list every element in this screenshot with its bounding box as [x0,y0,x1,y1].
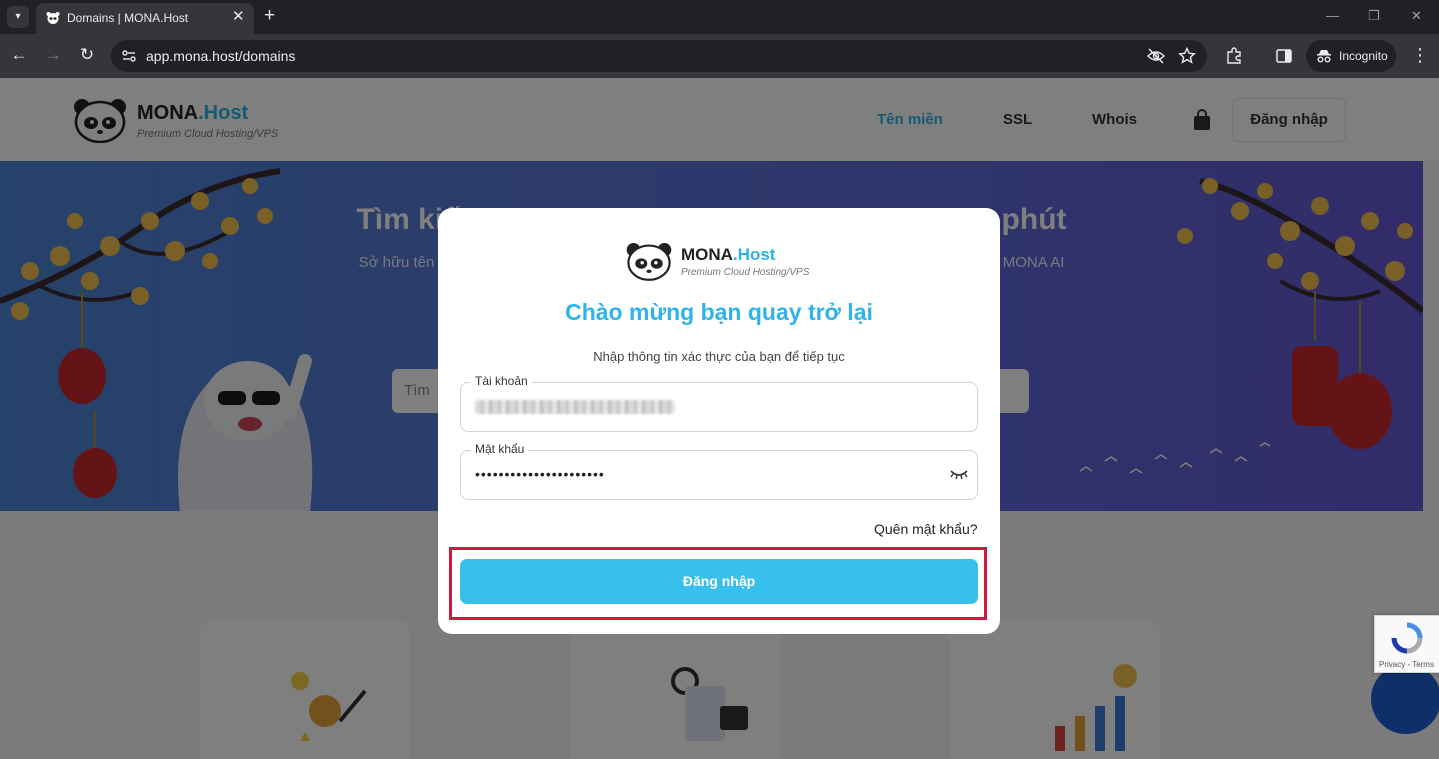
modal-subtitle: Nhập thông tin xác thực của bạn để tiếp … [593,349,845,364]
modal-logo-accent: .Host [732,245,776,264]
incognito-badge[interactable]: Incognito [1306,40,1396,72]
panda-logo-icon [626,243,672,281]
username-label: Tài khoản [471,374,532,388]
username-value-redacted [475,400,675,414]
password-label: Mật khẩu [471,442,529,456]
side-panel-icon[interactable] [1275,47,1293,65]
username-field[interactable]: Tài khoản [460,374,978,432]
tab-title: Domains | MONA.Host [67,11,189,25]
menu-icon[interactable]: ⋮ [1411,45,1429,65]
recaptcha-icon [1391,622,1423,654]
modal-logo-brand: MONA [681,245,733,264]
modal-logo: MONA.Host Premium Cloud Hosting/VPS [625,241,825,281]
eye-off-icon[interactable] [1147,47,1165,65]
tab-close-icon[interactable]: ✕ [232,9,245,25]
address-bar[interactable]: app.mona.host/domains [111,40,1207,72]
close-window-button[interactable]: ✕ [1411,6,1422,26]
panda-favicon-icon [46,12,60,24]
highlight-box [449,547,987,620]
extensions-icon[interactable] [1225,47,1243,65]
incognito-icon [1317,50,1331,63]
incognito-label: Incognito [1339,49,1388,63]
reload-button[interactable]: ↻ [76,45,98,65]
modal-logo-tagline: Premium Cloud Hosting/VPS [681,267,810,278]
url-text: app.mona.host/domains [146,48,296,64]
browser-tab-bar: ▾ Domains | MONA.Host ✕ + — ❐ ✕ [0,0,1439,34]
browser-tab[interactable]: Domains | MONA.Host ✕ [36,3,254,34]
password-value: •••••••••••••••••••••• [475,466,605,482]
forgot-password-link[interactable]: Quên mật khẩu? [874,521,978,537]
password-field[interactable]: Mật khẩu •••••••••••••••••••••• [460,442,978,500]
browser-toolbar: ← → ↻ app.mona.host/domains Incognito ⋮ [0,34,1439,78]
tab-list-icon[interactable]: ▾ [7,6,29,28]
site-info-icon[interactable] [121,48,137,64]
eye-closed-icon[interactable] [949,469,969,481]
star-icon[interactable] [1178,47,1196,65]
recaptcha-badge[interactable]: Privacy - Terms [1374,615,1439,673]
modal-title: Chào mừng bạn quay trở lại [565,299,873,325]
restore-button[interactable]: ❐ [1368,6,1380,26]
recaptcha-links[interactable]: Privacy - Terms [1379,660,1434,669]
new-tab-button[interactable]: + [264,5,275,27]
minimize-button[interactable]: — [1326,6,1339,26]
forward-button[interactable]: → [42,45,64,65]
back-button[interactable]: ← [8,45,30,65]
